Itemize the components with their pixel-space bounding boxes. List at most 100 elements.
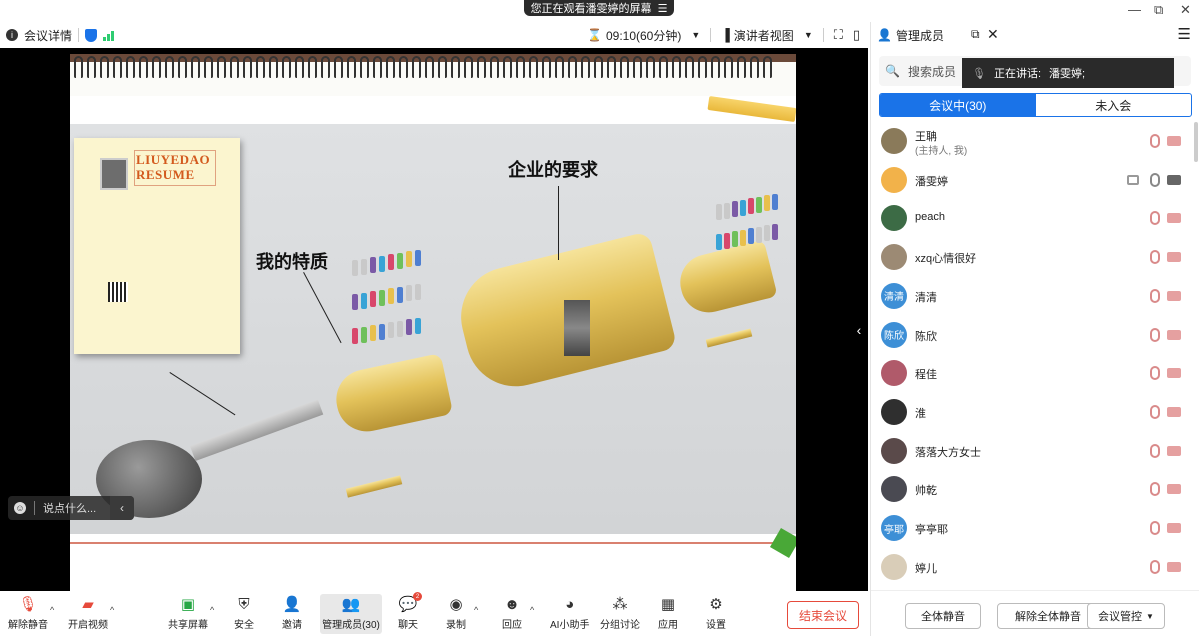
chevron-left-icon[interactable]: ‹: [110, 496, 134, 520]
start-video-button[interactable]: ▰ 开启视频: [68, 594, 108, 631]
search-icon: 🔍: [885, 64, 900, 78]
side-panel-icon[interactable]: ▯: [853, 27, 860, 43]
member-name: 陈欣: [915, 330, 937, 343]
view-mode-button[interactable]: 演讲者视图: [734, 27, 794, 44]
unmute-button[interactable]: 🎙 解除静音: [8, 594, 48, 631]
member-row[interactable]: peach: [871, 199, 1199, 237]
camera-off-icon[interactable]: [1167, 136, 1181, 146]
lock-cylinder-right: [674, 239, 778, 319]
invite-button[interactable]: 👤 邀请: [282, 594, 302, 631]
chat-button[interactable]: 💬 2 聊天: [398, 592, 422, 631]
mic-muted-icon[interactable]: [1150, 404, 1160, 419]
lock-pin: [388, 322, 394, 338]
member-row[interactable]: 帅乾: [871, 470, 1199, 508]
tab-not-joined[interactable]: 未入会: [1036, 94, 1192, 116]
member-name: xzq心情很好: [915, 253, 977, 266]
apps-button[interactable]: ▦ 应用: [658, 594, 678, 631]
chevron-up-icon[interactable]: ^: [50, 605, 54, 615]
reactions-button[interactable]: ☻ 回应: [502, 594, 522, 632]
member-name: 帅乾: [915, 485, 937, 498]
signal-icon[interactable]: [103, 29, 115, 41]
member-row[interactable]: 王聃 (主持人, 我): [871, 122, 1199, 160]
camera-off-icon[interactable]: [1167, 252, 1181, 263]
close-window-button[interactable]: ✕: [1180, 2, 1191, 18]
camera-off-icon[interactable]: [1167, 445, 1181, 456]
manage-members-button[interactable]: 👥 管理成员(30): [320, 594, 382, 634]
camera-off-icon[interactable]: [1167, 523, 1181, 533]
sharing-banner[interactable]: 您正在观看潘雯婷的屏幕 ☰: [524, 0, 674, 16]
mic-muted-icon[interactable]: [1150, 288, 1160, 303]
chevron-up-icon[interactable]: ^: [210, 605, 214, 615]
camera-icon[interactable]: [1167, 174, 1181, 185]
caption-traits: 我的特质: [256, 252, 328, 273]
lock-pin: [764, 225, 770, 241]
camera-off-icon[interactable]: [1167, 368, 1181, 379]
chevron-up-icon[interactable]: ^: [530, 605, 534, 615]
member-row[interactable]: 落落大方女士: [871, 432, 1199, 470]
member-row[interactable]: 陈欣 陈欣: [871, 316, 1199, 354]
member-name: 落落大方女士: [915, 446, 981, 459]
chevron-down-icon[interactable]: ▼: [804, 30, 813, 40]
share-screen-button[interactable]: ▣ 共享屏幕: [168, 594, 208, 631]
popout-icon[interactable]: ⧉: [971, 27, 980, 42]
tab-in-meeting[interactable]: 会议中(30): [880, 94, 1036, 116]
settings-button[interactable]: ⚙ 设置: [706, 594, 726, 631]
mic-muted-icon[interactable]: [1150, 134, 1160, 148]
mic-muted-icon[interactable]: [1150, 443, 1160, 458]
chevron-up-icon[interactable]: ^: [474, 605, 478, 615]
lock-pin: [716, 204, 722, 220]
divider: [78, 28, 80, 42]
mic-icon[interactable]: [1150, 172, 1160, 187]
member-row[interactable]: 亭耶 亭亭耶: [871, 509, 1199, 547]
collapse-panel-icon[interactable]: ‹: [852, 318, 866, 342]
spiral-ring: [477, 56, 486, 78]
camera-off-icon[interactable]: [1167, 213, 1181, 224]
minimize-button[interactable]: —: [1128, 2, 1141, 17]
member-row[interactable]: 潘雯婷: [871, 161, 1199, 199]
member-row[interactable]: 清清 清清: [871, 277, 1199, 315]
shield-icon[interactable]: [85, 28, 98, 42]
mute-all-button[interactable]: 全体静音: [905, 603, 981, 629]
meeting-details-button[interactable]: 会议详情: [24, 27, 72, 44]
mic-muted-icon[interactable]: [1150, 211, 1160, 226]
end-meeting-button[interactable]: 结束会议: [787, 601, 859, 629]
unmute-all-button[interactable]: 解除全体静音: [997, 603, 1099, 629]
mic-muted-icon[interactable]: [1150, 521, 1160, 535]
avatar: 陈欣: [881, 321, 907, 348]
mic-muted-icon[interactable]: [1150, 327, 1160, 342]
maximize-button[interactable]: ⧉: [1154, 2, 1163, 18]
spiral-ring: [542, 56, 551, 78]
members-panel-title: 管理成员: [895, 28, 944, 43]
security-button[interactable]: ⛨ 安全: [234, 594, 254, 632]
camera-off-icon[interactable]: [1167, 484, 1181, 495]
shared-screen[interactable]: LIUYEDAO RESUME 我的特质 企业的要求 ☺ 说点什么... ‹ ‹: [0, 48, 868, 591]
member-name: peach: [915, 211, 945, 224]
mic-muted-icon[interactable]: [1150, 482, 1160, 497]
mic-muted-icon[interactable]: [1150, 366, 1160, 381]
emoji-icon[interactable]: ☺: [14, 502, 26, 514]
member-row[interactable]: 程佳: [871, 354, 1199, 392]
camera-off-icon[interactable]: [1167, 561, 1181, 572]
mic-muted-icon[interactable]: [1150, 559, 1160, 574]
spiral-ring: [438, 56, 447, 78]
meeting-control-button[interactable]: 会议管控 ▼: [1087, 603, 1165, 629]
record-button[interactable]: ◉ 录制: [446, 594, 466, 631]
ai-assistant-button[interactable]: ◕ AI小助手: [550, 594, 589, 632]
menu-icon[interactable]: ☰: [1178, 25, 1191, 43]
spiral-ring: [269, 56, 278, 78]
camera-off-icon[interactable]: [1167, 329, 1181, 340]
member-row[interactable]: xzq心情很好: [871, 238, 1199, 276]
shield-icon: ⛨: [238, 595, 250, 613]
mic-muted-icon[interactable]: [1150, 250, 1160, 265]
spiral-ring: [74, 56, 83, 78]
close-icon[interactable]: ✕: [987, 26, 999, 43]
camera-off-icon[interactable]: [1167, 406, 1181, 417]
lock-pin: [370, 325, 376, 341]
chevron-down-icon[interactable]: ▼: [691, 30, 700, 40]
camera-off-icon[interactable]: [1167, 290, 1181, 301]
member-row[interactable]: 淮: [871, 393, 1199, 431]
breakout-button[interactable]: ⁂ 分组讨论: [600, 594, 640, 631]
chevron-up-icon[interactable]: ^: [110, 605, 114, 615]
fullscreen-icon[interactable]: ⛶: [834, 27, 843, 43]
member-row[interactable]: 婷儿: [871, 548, 1199, 586]
